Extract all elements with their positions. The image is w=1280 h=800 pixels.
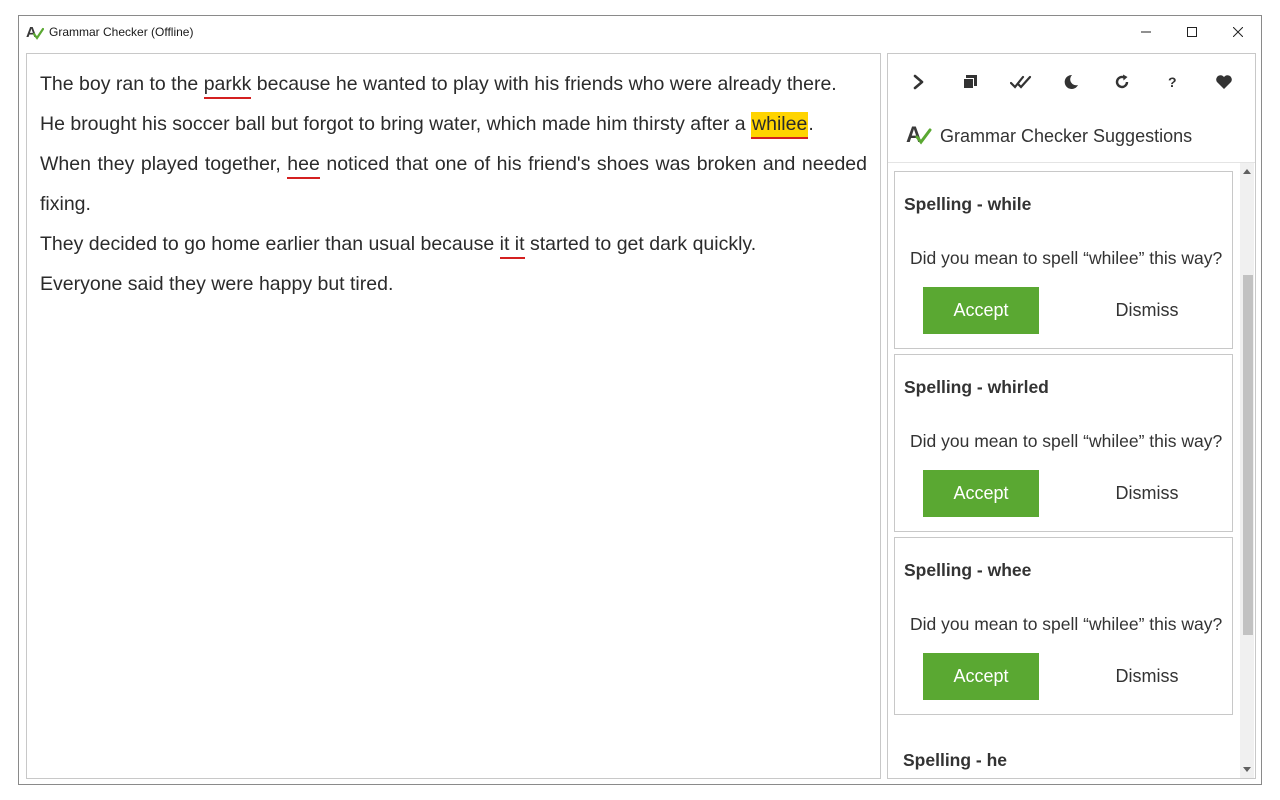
accept-button[interactable]: Accept <box>923 470 1039 517</box>
favorite-button[interactable] <box>1204 64 1244 104</box>
maximize-button[interactable] <box>1169 16 1215 47</box>
minimize-button[interactable] <box>1123 16 1169 47</box>
dismiss-button[interactable]: Dismiss <box>1097 287 1197 334</box>
app-logo-icon: A <box>23 24 47 40</box>
heart-icon <box>1215 74 1233 94</box>
panel-header: A Grammar Checker Suggestions <box>906 122 1192 150</box>
dark-mode-button[interactable] <box>1051 64 1091 104</box>
editor-text: When they played together, <box>40 153 288 175</box>
refresh-icon <box>1114 74 1130 94</box>
title-bar[interactable]: A Grammar Checker (Offline) <box>19 16 1261 47</box>
spelling-error-whilee-selected[interactable]: whilee <box>751 112 809 139</box>
suggestion-title: Spelling - whirled <box>904 377 1049 397</box>
minimize-icon <box>1141 22 1151 41</box>
copy-icon <box>962 74 978 94</box>
suggestion-title: Spelling - whee <box>904 560 1032 580</box>
close-icon <box>1232 22 1244 41</box>
editor-text: He brought his soccer ball but forgot to… <box>40 113 752 135</box>
editor-text: because he wanted to play with his frien… <box>251 73 837 95</box>
app-window: A Grammar Checker (Offline) The boy ran … <box>18 15 1262 785</box>
suggestion-title: Spelling - while <box>904 194 1032 214</box>
suggestion-card: Spelling - whee Did you mean to spell “w… <box>894 537 1233 715</box>
suggestion-card: Spelling - whirled Did you mean to spell… <box>894 354 1233 532</box>
editor-line[interactable]: When they played together, hee noticed t… <box>40 144 867 224</box>
editor-line[interactable]: He brought his soccer ball but forgot to… <box>40 104 867 144</box>
spelling-error-hee[interactable]: hee <box>287 153 320 179</box>
moon-icon <box>1063 74 1079 94</box>
suggestions-scrollbar[interactable] <box>1240 163 1254 778</box>
accept-button[interactable]: Accept <box>923 287 1039 334</box>
text-editor[interactable]: The boy ran to the parkk because he want… <box>26 53 881 779</box>
suggestion-question: Did you mean to spell “whilee” this way? <box>910 614 1223 634</box>
accept-all-button[interactable] <box>1001 64 1041 104</box>
editor-text: Everyone said they were happy but tired. <box>40 273 394 295</box>
editor-line[interactable]: They decided to go home earlier than usu… <box>40 224 867 264</box>
editor-text: They decided to go home earlier than usu… <box>40 233 500 255</box>
close-button[interactable] <box>1215 16 1261 47</box>
editor-text: . <box>808 113 814 135</box>
editor-line[interactable]: Everyone said they were happy but tired. <box>40 264 867 304</box>
suggestion-card: Spelling - while Did you mean to spell “… <box>894 171 1233 349</box>
accept-button[interactable]: Accept <box>923 653 1039 700</box>
help-button[interactable]: ? <box>1153 64 1193 104</box>
panel-toolbar: ? <box>888 54 1255 114</box>
suggestion-question: Did you mean to spell “whilee” this way? <box>910 431 1223 451</box>
scroll-up-arrow-icon[interactable] <box>1243 169 1251 174</box>
collapse-panel-button[interactable] <box>899 64 939 104</box>
question-icon: ? <box>1167 74 1179 94</box>
maximize-icon <box>1187 22 1197 41</box>
double-check-icon <box>1009 74 1032 94</box>
dismiss-button[interactable]: Dismiss <box>1097 653 1197 700</box>
scroll-down-arrow-icon[interactable] <box>1243 767 1251 772</box>
editor-line[interactable]: The boy ran to the parkk because he want… <box>40 64 867 104</box>
suggestion-question: Did you mean to spell “whilee” this way? <box>910 248 1223 268</box>
suggestions-panel: ? A Grammar Checker Suggestions Spelling… <box>887 53 1256 779</box>
chevron-right-icon <box>912 74 926 94</box>
editor-text: The boy ran to the <box>40 73 204 95</box>
editor-text: started to get dark quickly. <box>524 233 757 255</box>
spelling-error-parkk[interactable]: parkk <box>203 73 252 99</box>
scroll-thumb[interactable] <box>1243 275 1253 635</box>
grammar-error-it-it[interactable]: it it <box>499 233 525 259</box>
window-title: Grammar Checker (Offline) <box>49 24 194 39</box>
svg-text:?: ? <box>1168 74 1177 90</box>
window-controls <box>1123 16 1261 47</box>
suggestions-list[interactable]: Spelling - while Did you mean to spell “… <box>888 162 1255 778</box>
app-logo-icon: A <box>906 122 932 150</box>
refresh-button[interactable] <box>1102 64 1142 104</box>
panel-title: Grammar Checker Suggestions <box>940 125 1193 146</box>
copy-button[interactable] <box>950 64 990 104</box>
suggestion-title-partial: Spelling - he <box>903 750 1008 770</box>
dismiss-button[interactable]: Dismiss <box>1097 470 1197 517</box>
